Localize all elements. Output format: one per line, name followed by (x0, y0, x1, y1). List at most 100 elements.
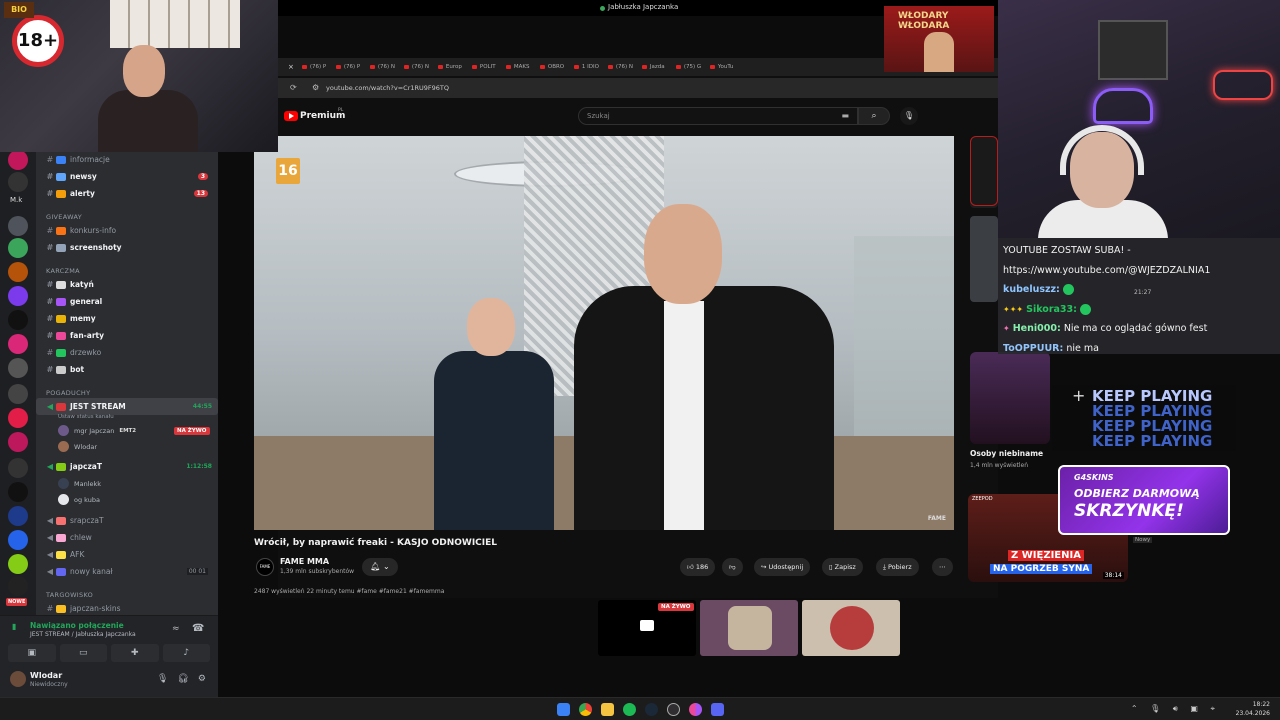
video-player[interactable]: 16 FAME (254, 136, 954, 530)
server-icon[interactable] (8, 458, 28, 478)
share-button[interactable]: ↪ Udostępnij (754, 558, 811, 576)
soundboard-button[interactable]: ♪ (162, 644, 210, 662)
screen-share-button[interactable]: ▭ (59, 644, 107, 662)
server-icon[interactable] (8, 506, 28, 526)
status-hint[interactable]: Ustaw status kanału (58, 414, 114, 420)
more-button[interactable]: ⋯ (932, 558, 953, 576)
server-icon[interactable] (8, 408, 28, 428)
channel-informacje[interactable]: # informacje (36, 151, 218, 168)
browser-tab[interactable]: (76) N (403, 64, 438, 70)
skins-promo-banner[interactable]: G4SKINS ODBIERZ DARMOWĄ SKRZYNKĘ! (1058, 465, 1230, 535)
category-pogaduchy[interactable]: POGADUCHY (46, 389, 90, 397)
server-icon[interactable] (8, 334, 28, 354)
server-icon[interactable] (8, 384, 28, 404)
category-karczma[interactable]: KARCZMA (46, 267, 80, 275)
voice-user[interactable]: Manlekk (58, 478, 101, 489)
system-tray[interactable]: ⌃ 🎙︎ 🔊︎ ▣ ⌖ (1131, 704, 1220, 714)
browser-tab[interactable]: Europ (437, 64, 472, 70)
voice-user[interactable]: og kuba (58, 494, 100, 505)
channel-name[interactable]: FAME MMA (280, 557, 329, 566)
browser-tab[interactable]: (76) P (335, 64, 370, 70)
server-icon[interactable] (8, 310, 28, 330)
folder-icon[interactable] (601, 703, 614, 716)
browser-tab[interactable]: (76) N (607, 64, 642, 70)
noise-suppression-icon[interactable]: ≈ (172, 624, 180, 634)
browser-tab[interactable]: 1 IDIO (573, 64, 608, 70)
channel-memy[interactable]: # memy (36, 310, 218, 327)
channel-screenshoty[interactable]: # screenshoty (36, 239, 218, 256)
channel-alerty[interactable]: # alerty 13 (36, 185, 218, 202)
channel-newsy[interactable]: # newsy 3 (36, 168, 218, 185)
channel-konkurs-info[interactable]: # konkurs-info (36, 222, 218, 239)
voice-search-icon[interactable]: 🎙︎ (900, 107, 918, 125)
notification-bell-button[interactable]: 🔔︎ ⌄ (362, 558, 398, 576)
server-icon[interactable] (8, 576, 28, 596)
headphones-icon[interactable]: 🎧︎ (177, 674, 188, 684)
camera-off-button[interactable]: ▣ (8, 644, 56, 662)
server-icon[interactable] (8, 150, 28, 170)
server-icon[interactable] (8, 286, 28, 306)
category-targowisko[interactable]: TARGOWISKO (46, 591, 93, 599)
server-icon[interactable] (8, 432, 28, 452)
voice-channel-chlew[interactable]: ◀ chlew (36, 529, 218, 546)
voice-channel-jest-stream[interactable]: ◀ JEST STREAM 44:55 (36, 398, 218, 415)
microphone-icon[interactable]: 🎙︎ (157, 674, 168, 684)
server-icon[interactable] (8, 216, 28, 236)
save-button[interactable]: ▯ Zapisz (822, 558, 863, 576)
youtube-logo-icon[interactable] (284, 111, 298, 121)
gear-icon[interactable]: ⚙ (198, 674, 206, 684)
close-tab-icon[interactable]: × (288, 63, 294, 71)
participant-tile[interactable] (700, 600, 798, 656)
steam-icon[interactable] (645, 703, 658, 716)
voice-channel-srapczat[interactable]: ◀ srapczaT (36, 512, 218, 529)
channel-japczan-skins[interactable]: # japczan-skins (36, 600, 218, 615)
search-button[interactable]: ⌕ (858, 107, 890, 125)
download-button[interactable]: ⤓ Pobierz (876, 558, 919, 576)
suggested-video-card[interactable] (970, 352, 1050, 444)
server-icon[interactable] (8, 530, 28, 550)
server-icon[interactable] (8, 358, 28, 378)
voice-channel-japczat[interactable]: ◀ japczaT 1:12:58 (36, 458, 218, 475)
dislike-button[interactable]: 👎︎ (722, 558, 743, 576)
server-icon[interactable] (8, 482, 28, 502)
server-icon[interactable] (8, 554, 28, 574)
activities-button[interactable]: ✚ (111, 644, 159, 662)
browser-tab[interactable]: POLIT (471, 64, 506, 70)
browser-tab[interactable]: YouTu (709, 64, 744, 70)
obs-icon[interactable] (667, 703, 680, 716)
chrome-icon-2[interactable] (689, 703, 702, 716)
chrome-icon[interactable] (579, 703, 592, 716)
server-icon[interactable] (8, 262, 28, 282)
voice-user[interactable]: mgr Japczan EMT2 (58, 425, 136, 436)
discord-icon[interactable] (711, 703, 724, 716)
participant-tile[interactable] (802, 600, 900, 656)
reload-icon[interactable]: ⟳ (290, 83, 297, 92)
channel-fan-arty[interactable]: # fan-arty (36, 327, 218, 344)
keyboard-icon[interactable]: ▬ (841, 111, 849, 120)
voice-channel-afk[interactable]: ◀ AFK (36, 546, 218, 563)
suggested-video-thumb[interactable] (970, 136, 998, 206)
voice-channel-nowy-kanal[interactable]: ◀ nowy kanał 00 01 (36, 563, 218, 580)
browser-tab[interactable]: MAKS (505, 64, 540, 70)
video-description[interactable]: 2487 wyświetleń 22 minuty temu #fame #fa… (254, 588, 444, 595)
windows-start-icon[interactable] (557, 703, 570, 716)
browser-tab[interactable]: (75) G (675, 64, 710, 70)
site-info-icon[interactable]: ⚙ (312, 83, 319, 92)
server-icon[interactable] (8, 172, 28, 192)
channel-katyn[interactable]: # katyń (36, 276, 218, 293)
category-giveaway[interactable]: GIVEAWAY (46, 213, 82, 221)
channel-bot[interactable]: # bot (36, 361, 218, 378)
disconnect-icon[interactable]: ☎ (192, 623, 204, 634)
voice-user[interactable]: Wlodar (58, 441, 97, 452)
clock[interactable]: 18:22 23.04.2026 (1236, 700, 1270, 718)
avatar[interactable] (10, 671, 26, 687)
browser-tab[interactable]: OBRO (539, 64, 574, 70)
channel-drzewko[interactable]: # drzewko (36, 344, 218, 361)
spotify-icon[interactable] (623, 703, 636, 716)
channel-avatar[interactable]: FAME (256, 558, 274, 576)
channel-general[interactable]: # general (36, 293, 218, 310)
participant-tile-screen[interactable]: NA ŻYWO (598, 600, 696, 656)
like-button[interactable]: 👍︎ 186 (680, 558, 716, 576)
browser-tab[interactable]: (76) N (369, 64, 404, 70)
browser-tab[interactable]: (76) P (301, 64, 336, 70)
